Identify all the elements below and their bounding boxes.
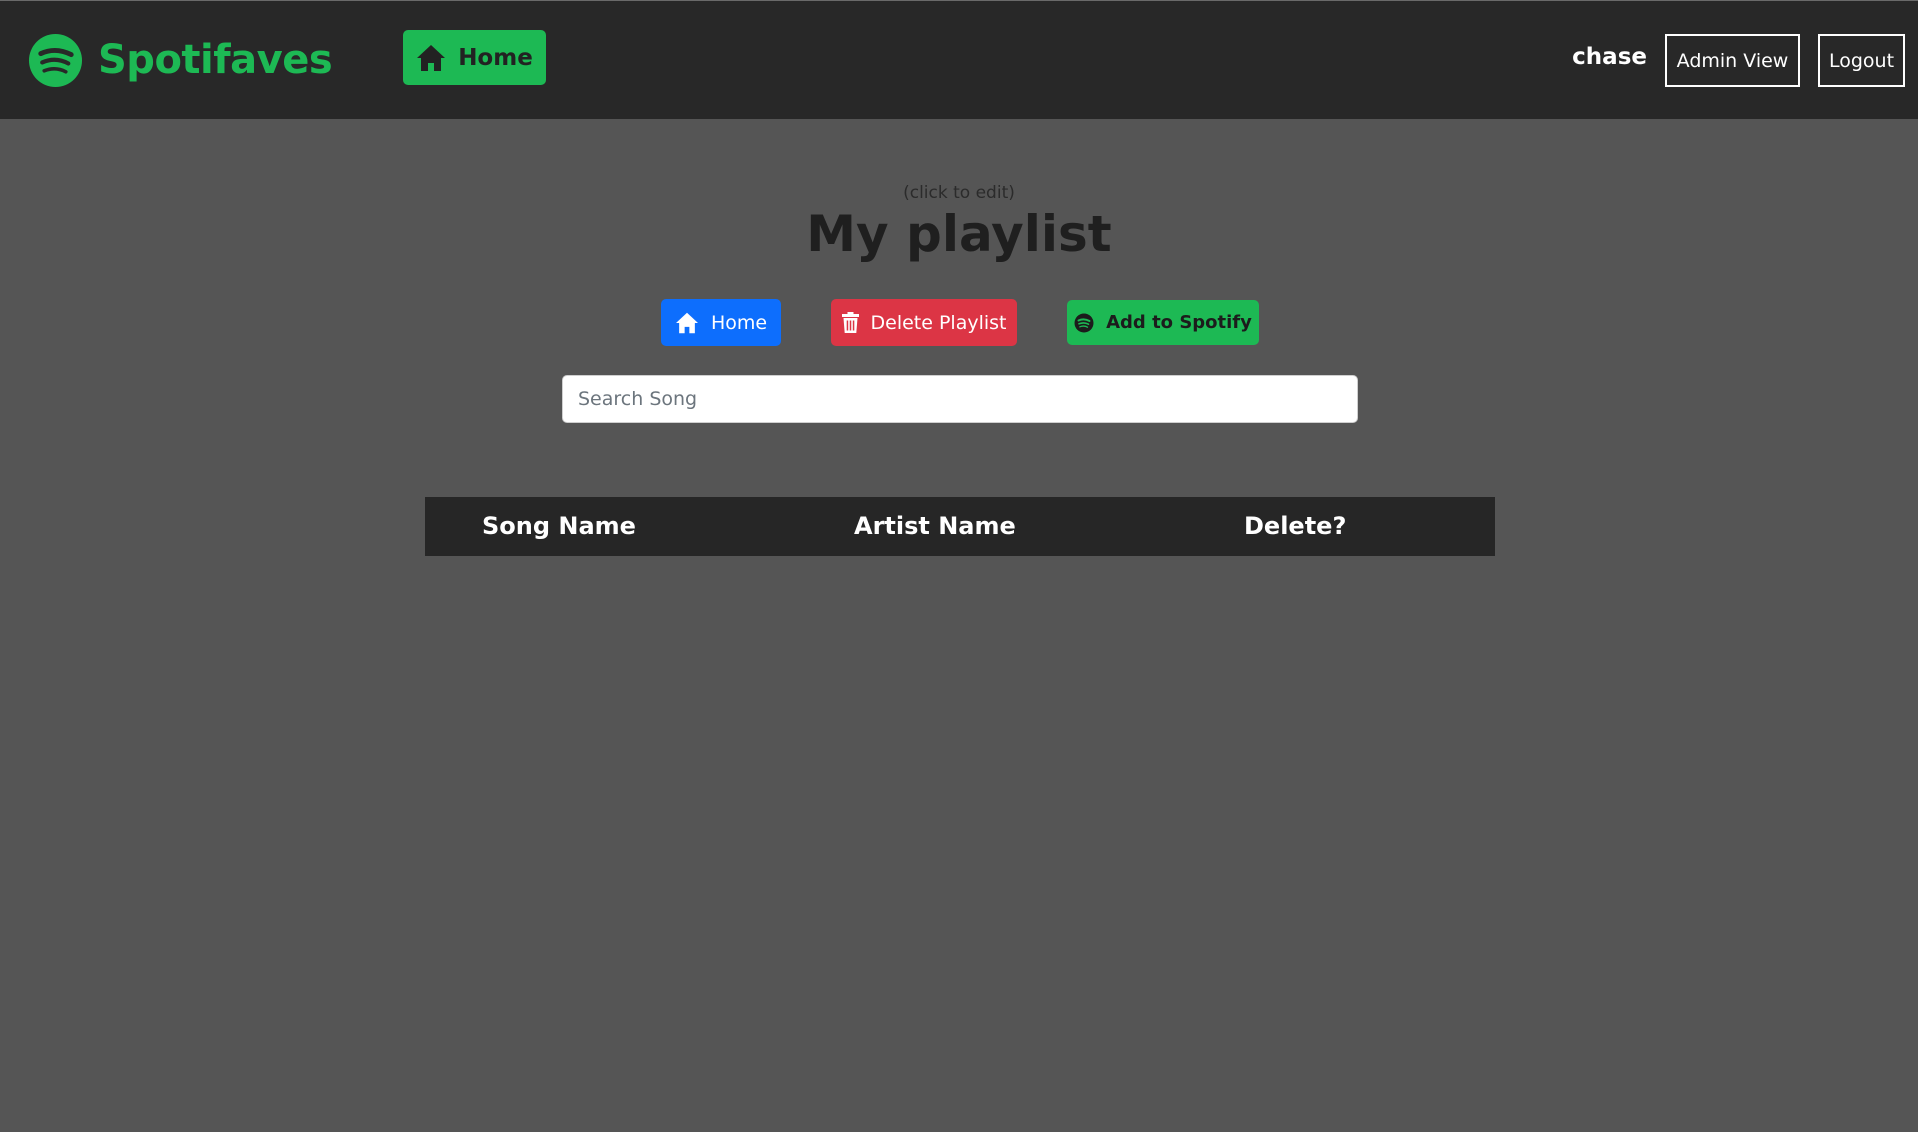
username: chase: [1572, 44, 1647, 70]
navbar: Spotifaves Home chase Admin View Logout: [0, 0, 1918, 119]
column-header-artist-name: Artist Name: [854, 512, 1016, 540]
add-to-spotify-button[interactable]: Add to Spotify: [1067, 300, 1259, 345]
home-button-label: Home: [710, 311, 768, 334]
nav-home-button[interactable]: Home: [403, 30, 546, 85]
trash-icon: [841, 312, 859, 333]
delete-playlist-label: Delete Playlist: [870, 311, 1007, 334]
add-to-spotify-label: Add to Spotify: [1106, 312, 1252, 333]
songs-table: Song Name Artist Name Delete?: [425, 497, 1495, 556]
edit-hint: (click to edit): [903, 183, 1015, 203]
column-header-song-name: Song Name: [482, 512, 636, 540]
brand-name: Spotifaves: [98, 37, 333, 83]
column-header-delete: Delete?: [1244, 512, 1347, 540]
house-icon: [675, 312, 698, 333]
playlist-title[interactable]: My playlist: [0, 205, 1918, 263]
nav-home-label: Home: [458, 44, 533, 71]
home-button[interactable]: Home: [661, 299, 781, 346]
admin-view-button[interactable]: Admin View: [1665, 34, 1800, 87]
brand[interactable]: Spotifaves: [28, 32, 333, 88]
house-icon: [417, 44, 446, 71]
spotify-icon: [1074, 313, 1094, 332]
delete-playlist-button[interactable]: Delete Playlist: [831, 299, 1017, 346]
logout-button[interactable]: Logout: [1818, 34, 1905, 87]
spotify-logo-icon: [28, 33, 83, 87]
search-song-input[interactable]: [562, 375, 1358, 423]
